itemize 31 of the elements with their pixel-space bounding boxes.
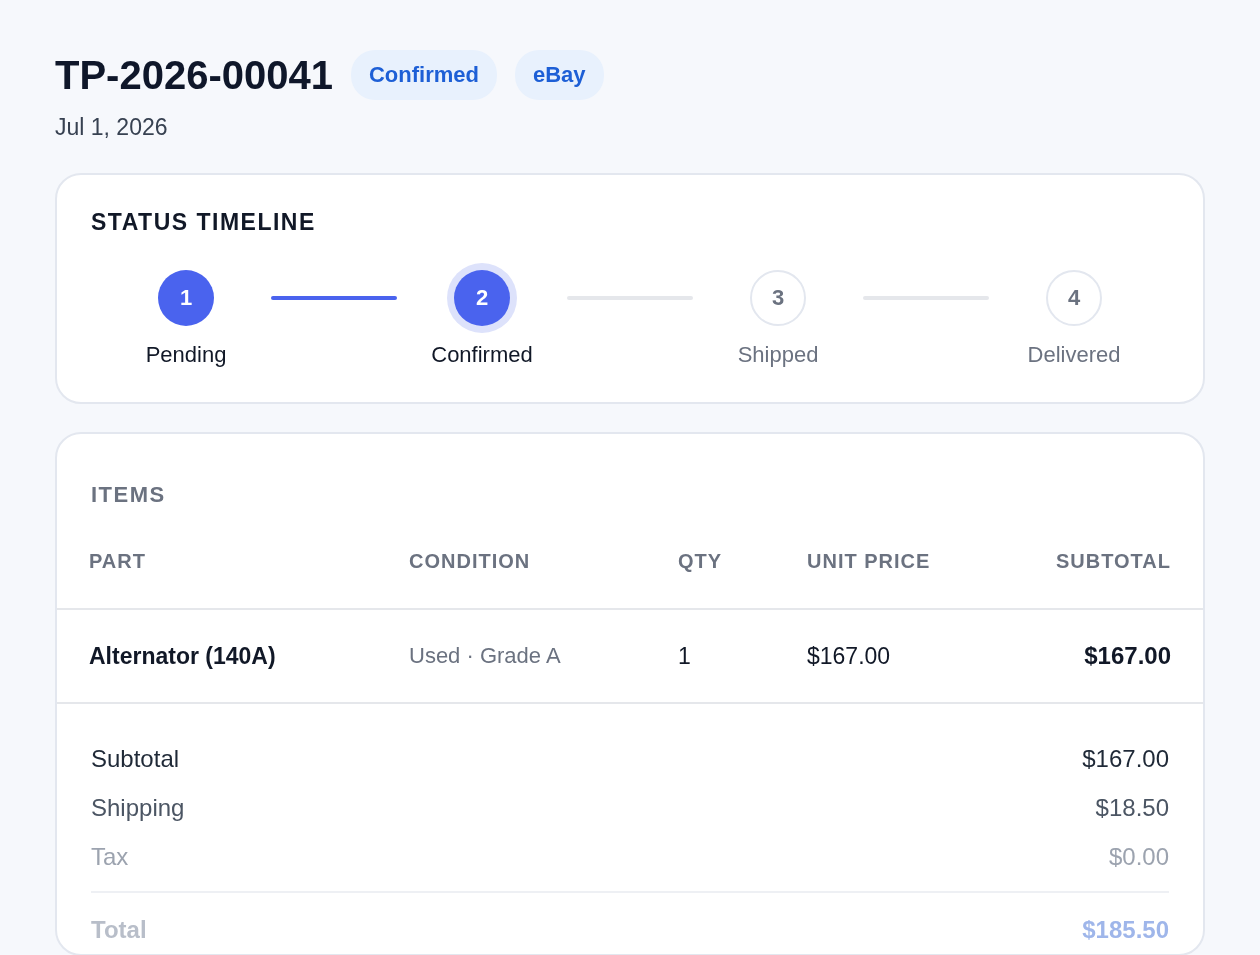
status-badge: eBay <box>514 50 604 100</box>
condition-text: Used · Grade A <box>409 643 562 669</box>
unit-price: $167.00 <box>807 642 892 670</box>
step-label: Delivered <box>1027 342 1121 368</box>
card-title: ITEMS <box>90 482 167 508</box>
summary-label: Tax <box>91 842 129 871</box>
summary-value: $0.00 <box>1108 842 1169 871</box>
step-circle: 3 <box>750 270 806 326</box>
card-title: STATUS TIMELINE <box>91 209 317 236</box>
summary-label: Total <box>91 915 147 944</box>
column-header: UNIT PRICE <box>807 550 932 573</box>
step-circle: 1 <box>158 270 214 326</box>
summary-value: $167.00 <box>1082 744 1169 773</box>
row-subtotal: $167.00 <box>1083 642 1171 670</box>
order-number: TP-2026-00041 <box>55 52 333 98</box>
summary-label: Shipping <box>91 793 185 822</box>
column-header: PART <box>89 550 147 573</box>
step-circle: 4 <box>1046 270 1102 326</box>
step-label: Shipped <box>737 342 819 368</box>
status-badge: Confirmed <box>350 50 497 100</box>
column-header: QTY <box>678 550 724 573</box>
part-name: Alternator (140A) <box>89 642 277 670</box>
column-header: SUBTOTAL <box>1054 550 1171 573</box>
summary-value: $18.50 <box>1095 793 1169 822</box>
summary-label: Subtotal <box>91 744 180 773</box>
summary-value: $185.50 <box>1082 915 1169 944</box>
quantity: 1 <box>678 642 692 670</box>
column-header: CONDITION <box>409 550 532 573</box>
step-label: Confirmed <box>431 342 533 368</box>
order-date: Jul 1, 2026 <box>55 114 169 141</box>
step-label: Pending <box>145 342 227 368</box>
